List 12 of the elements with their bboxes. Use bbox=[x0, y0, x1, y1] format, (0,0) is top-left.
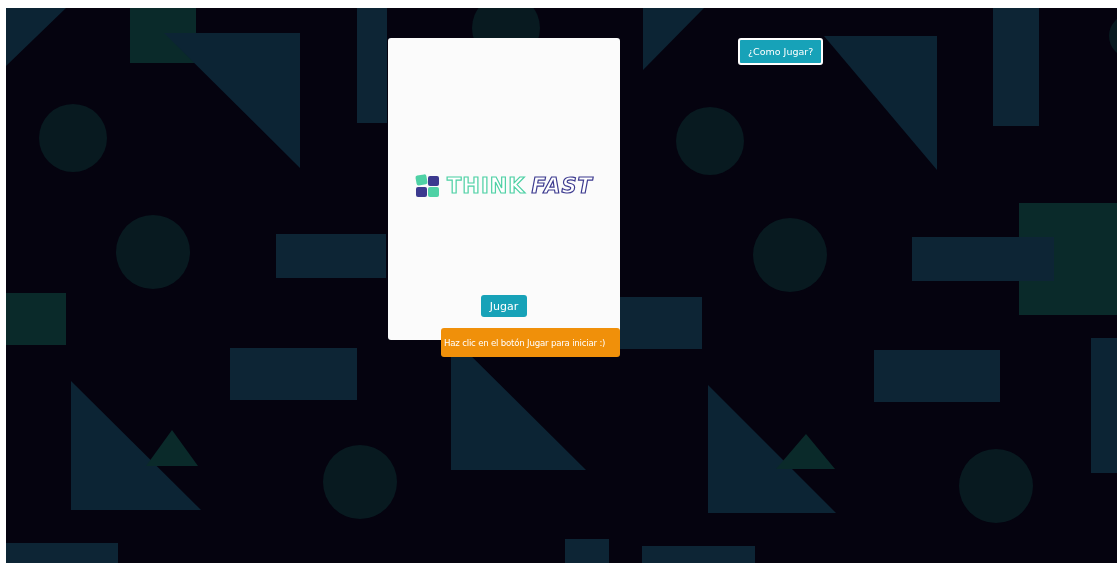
logo-title: THINK bbox=[447, 174, 526, 198]
hint-tooltip: Haz clic en el botón Jugar para iniciar :) bbox=[441, 328, 620, 357]
square-shape bbox=[6, 293, 66, 345]
blocks-logo-icon bbox=[415, 174, 442, 198]
how-to-play-button[interactable]: ¿Como Jugar? bbox=[738, 38, 824, 65]
rectangle-shape bbox=[565, 539, 609, 563]
circle-shape bbox=[676, 107, 744, 175]
play-button[interactable]: Jugar bbox=[480, 295, 528, 317]
circle-shape bbox=[39, 104, 107, 172]
triangle-shape bbox=[643, 8, 704, 70]
logo-title: FAST bbox=[531, 174, 593, 198]
triangle-shape bbox=[6, 8, 66, 66]
